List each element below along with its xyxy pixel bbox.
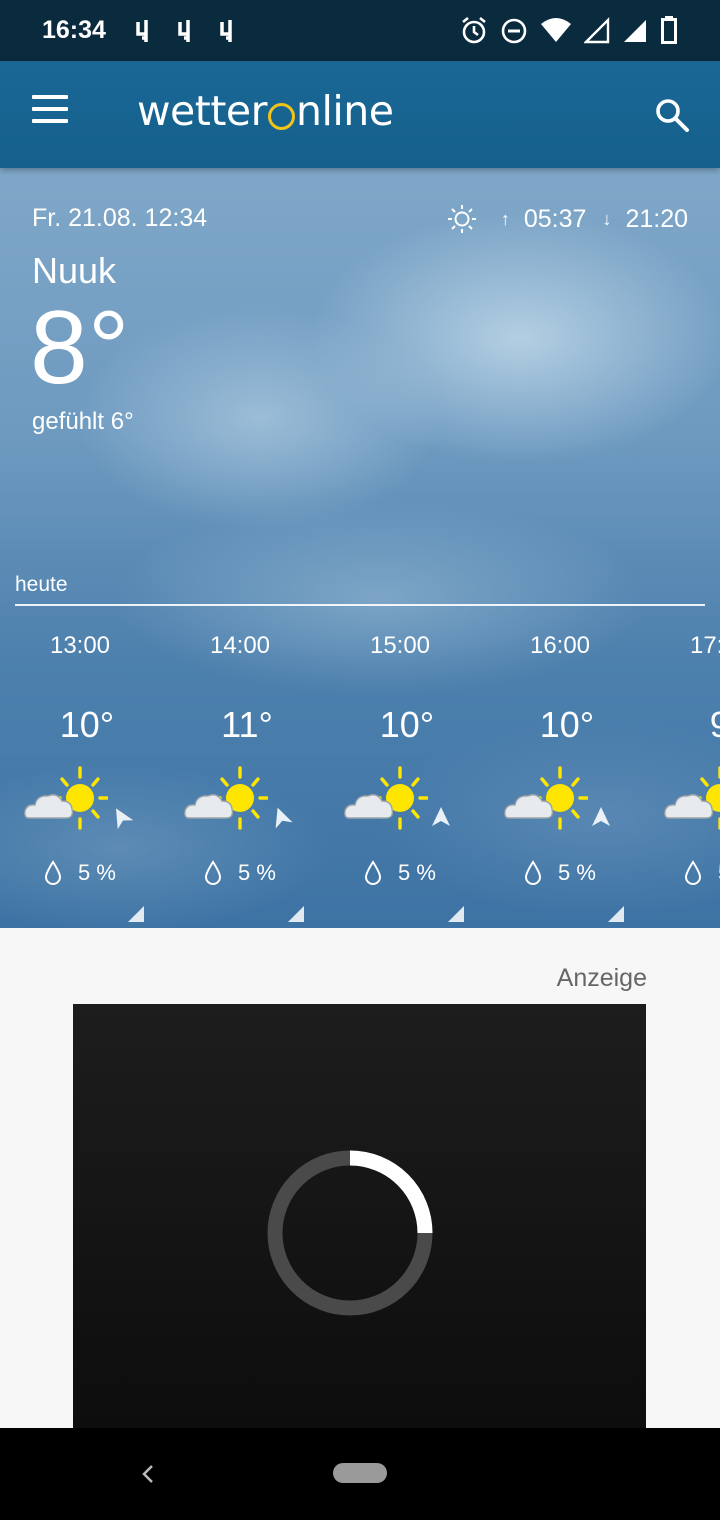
wind-direction-icon bbox=[590, 806, 612, 828]
partly-sunny-icon bbox=[504, 766, 589, 830]
partly-sunny-icon bbox=[664, 766, 720, 830]
precipitation: 5 % bbox=[364, 860, 436, 886]
forecast-temperature: 11° bbox=[221, 704, 273, 745]
expand-corner-icon bbox=[448, 906, 464, 922]
logo-text-start: wetter bbox=[137, 87, 268, 135]
logo-text-end: nline bbox=[296, 87, 394, 135]
signal-icon bbox=[584, 17, 610, 44]
precipitation-value: 5 % bbox=[558, 860, 596, 885]
partly-sunny-icon bbox=[184, 766, 269, 830]
expand-corner-icon bbox=[608, 906, 624, 922]
notification-icons bbox=[134, 18, 238, 44]
sun-times: ↑ 05:37 ↓ 21:20 bbox=[447, 204, 688, 234]
forecast-temperature: 10° bbox=[59, 704, 115, 745]
home-button[interactable] bbox=[333, 1463, 387, 1483]
sun-icon bbox=[447, 205, 476, 233]
precipitation: 5 % bbox=[684, 860, 720, 886]
precipitation: 5 % bbox=[524, 860, 596, 886]
forecast-hour: 17:00 bbox=[689, 632, 720, 659]
app-notification-icon bbox=[220, 19, 232, 42]
forecast-temperature: 10° bbox=[379, 704, 435, 745]
wind-direction-icon bbox=[106, 802, 136, 832]
precipitation: 5 % bbox=[204, 860, 276, 886]
forecast-temperature: 9° bbox=[709, 704, 720, 745]
expand-corner-icon bbox=[128, 906, 144, 922]
navigation-bar bbox=[0, 1428, 720, 1520]
expand-corner-icon bbox=[288, 906, 304, 922]
hour-forecast-item[interactable]: 14:00 11° 5 % bbox=[160, 628, 320, 928]
hour-forecast-item[interactable]: 15:00 10° 5 % bbox=[320, 628, 480, 928]
raindrop-icon bbox=[364, 860, 398, 886]
logo-sun-o bbox=[268, 102, 295, 130]
sunrise-arrow-icon: ↑ bbox=[500, 208, 510, 229]
do-not-disturb-icon bbox=[501, 18, 527, 44]
city-name: Nuuk bbox=[32, 250, 117, 291]
app-bar: wetter nline bbox=[0, 61, 720, 168]
ad-label: Anzeige bbox=[556, 964, 647, 992]
forecast-hour: 13:00 bbox=[49, 632, 111, 659]
hour-forecast-item[interactable]: 13:00 10° 5 % bbox=[0, 628, 160, 928]
app-notification-icon bbox=[136, 19, 148, 42]
today-label: heute bbox=[15, 573, 68, 596]
forecast-temperature: 10° bbox=[539, 704, 595, 745]
raindrop-icon bbox=[44, 860, 78, 886]
current-temperature: 8° bbox=[30, 290, 130, 406]
precipitation-value: 5 % bbox=[238, 860, 276, 885]
hour-forecast-item[interactable]: 17:00 9° 5 % bbox=[640, 628, 720, 928]
precipitation-value: 5 % bbox=[398, 860, 436, 885]
forecast-hour: 16:00 bbox=[529, 632, 591, 659]
ad-banner[interactable] bbox=[73, 1004, 646, 1428]
system-status-icons bbox=[460, 15, 678, 45]
back-icon[interactable] bbox=[136, 1458, 160, 1490]
raindrop-icon bbox=[204, 860, 238, 886]
partly-sunny-icon bbox=[24, 766, 109, 830]
sunset-time: 21:20 bbox=[625, 204, 688, 233]
partly-sunny-icon bbox=[344, 766, 429, 830]
forecast-hour: 15:00 bbox=[369, 632, 431, 659]
divider bbox=[15, 604, 705, 606]
search-icon[interactable] bbox=[654, 97, 690, 133]
wind-direction-icon bbox=[430, 806, 452, 828]
loading-spinner-icon bbox=[267, 1150, 433, 1316]
raindrop-icon bbox=[684, 860, 718, 886]
raindrop-icon bbox=[524, 860, 558, 886]
hour-forecast-item[interactable]: 16:00 10° 5 % bbox=[480, 628, 640, 928]
alarm-icon bbox=[462, 16, 486, 44]
sunrise-time: 05:37 bbox=[523, 204, 587, 233]
precipitation: 5 % bbox=[44, 860, 116, 886]
precipitation-value: 5 % bbox=[78, 860, 116, 885]
wetteronline-logo: wetter nline bbox=[137, 87, 394, 135]
ad-section: Anzeige bbox=[0, 928, 720, 1428]
sunset-arrow-icon: ↓ bbox=[602, 208, 612, 229]
battery-icon bbox=[661, 16, 677, 44]
status-time: 16:34 bbox=[42, 16, 106, 44]
date-time: Fr. 21.08. 12:34 bbox=[32, 204, 208, 232]
signal-icon bbox=[624, 20, 646, 42]
status-bar: 16:34 bbox=[0, 0, 720, 61]
current-weather-panel: Fr. 21.08. 12:34 ↑ 05:37 ↓ 21:20 Nuuk 8°… bbox=[0, 168, 720, 928]
wind-direction-icon bbox=[267, 803, 295, 831]
hamburger-menu-icon[interactable] bbox=[32, 95, 76, 135]
feels-like: gefühlt 6° bbox=[32, 408, 134, 435]
app-notification-icon bbox=[178, 19, 190, 42]
wifi-icon bbox=[541, 18, 571, 42]
forecast-hour: 14:00 bbox=[209, 632, 271, 659]
